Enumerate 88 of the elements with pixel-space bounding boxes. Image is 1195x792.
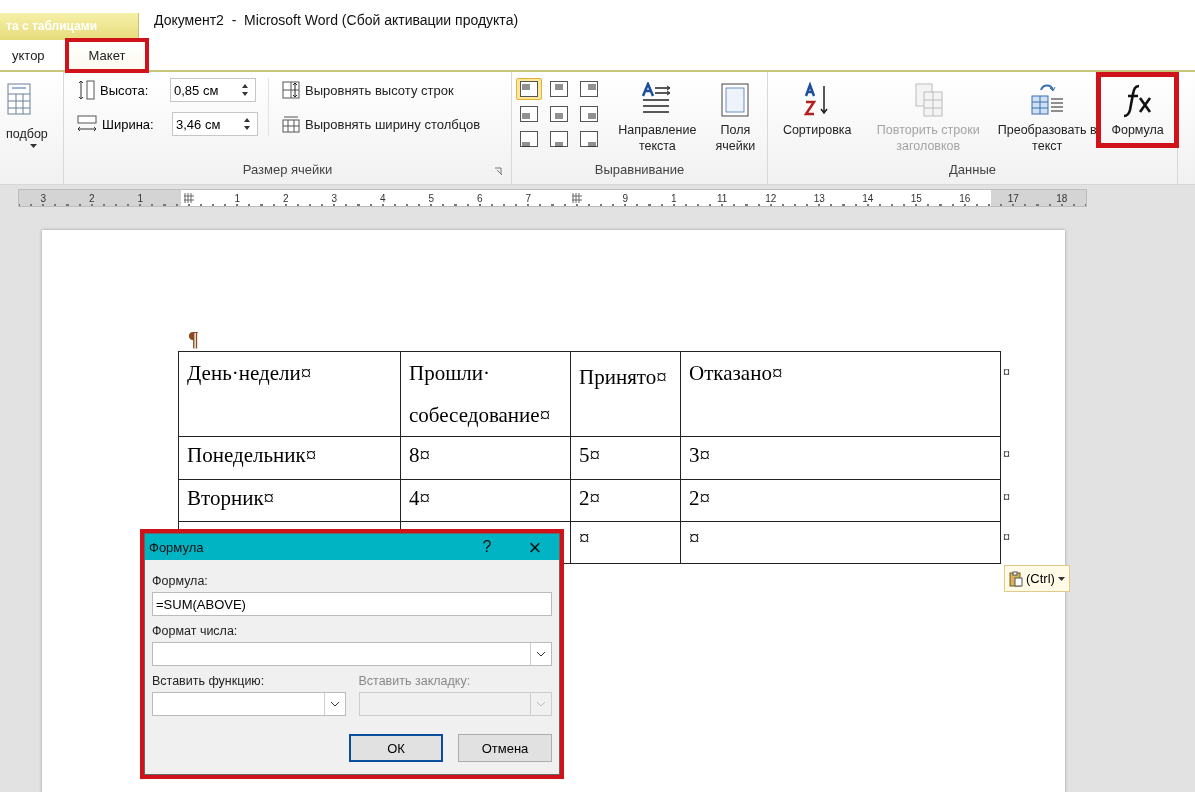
ruler-number: 2 — [281, 192, 290, 204]
ruler-number: 1 — [669, 192, 678, 204]
table-cell-text: 2¤ — [579, 486, 600, 510]
ruler-number: 6 — [475, 192, 484, 204]
paste-options-button[interactable]: (Ctrl) — [1004, 565, 1070, 592]
table-cell-text: Вторник¤ — [187, 486, 275, 510]
table-cell-text: Понедельник¤ — [187, 443, 317, 467]
ruler-number: 17 — [1006, 192, 1020, 204]
ruler-number: 7 — [524, 192, 533, 204]
row-end-mark: ¤ — [1003, 529, 1010, 545]
ribbon-button[interactable]: Преобразовать в текст — [994, 78, 1101, 158]
distribute-button[interactable]: Выровнять ширину столбцов — [281, 114, 481, 134]
field-label: Вставить функцию: — [152, 674, 266, 688]
row-end-mark: ¤ — [1003, 364, 1010, 380]
distribute-button[interactable]: Выровнять высоту строк — [281, 80, 481, 100]
ribbon-button[interactable]: Формула — [1102, 78, 1173, 142]
column-marker-icon[interactable] — [571, 192, 582, 204]
field-label: Ширина: — [102, 116, 155, 132]
dialog-launcher-icon[interactable] — [494, 167, 503, 176]
dialog-button[interactable]: ОК — [349, 734, 443, 762]
group-label: Данные — [949, 162, 996, 177]
ruler-number: 3 — [39, 192, 48, 204]
table-cell-text: 5¤ — [579, 443, 600, 467]
dropdown-caret-icon — [536, 651, 546, 657]
ribbon-button[interactable]: Направление текста — [609, 78, 706, 158]
align-button[interactable] — [516, 78, 542, 100]
ruler-number: 13 — [812, 192, 826, 204]
formula-input[interactable]: =SUM(ABOVE) — [152, 592, 552, 616]
table-cell-text: День·недели¤ — [187, 361, 312, 385]
dropdown-caret-icon — [536, 701, 546, 707]
ribbon-button[interactable]: Поля ячейки — [707, 78, 763, 158]
distribute-columns-icon — [281, 114, 301, 134]
size-field[interactable]: 3,46 см — [172, 112, 258, 136]
ruler-number: 4 — [378, 192, 387, 204]
table-icon — [6, 82, 32, 116]
table-cell-text: Принято¤ — [579, 365, 667, 389]
table-cell-text: ¤ — [579, 526, 590, 550]
table-cell-text: 2¤ — [689, 486, 710, 510]
table-cell-text: Прошли· собеседование¤ — [409, 360, 552, 429]
ruler-number: 3 — [330, 192, 339, 204]
row-end-mark: ¤ — [1003, 446, 1010, 462]
autofit-button[interactable]: подбор — [0, 78, 59, 152]
close-button[interactable]: × — [511, 534, 559, 560]
ribbon-button[interactable]: Сортировка — [772, 78, 863, 142]
ruler-number: 14 — [861, 192, 875, 204]
help-button[interactable]: ? — [463, 534, 511, 560]
dialog-title: Формула — [149, 539, 204, 555]
field-label: Высота: — [100, 82, 150, 98]
column-width-icon — [76, 114, 98, 134]
ruler-number: 2 — [87, 192, 96, 204]
convert-table-icon — [1029, 82, 1066, 118]
ruler-number: 16 — [958, 192, 972, 204]
row-end-mark: ¤ — [1003, 489, 1010, 505]
caret-icon — [1057, 576, 1065, 581]
table-pages-icon — [912, 82, 945, 118]
table-cell-text: Отказано¤ — [689, 361, 783, 385]
cell-margins-icon — [720, 82, 751, 118]
spinner-icon — [243, 116, 251, 132]
ruler-number: 12 — [764, 192, 778, 204]
ruler-number: 1 — [233, 192, 242, 204]
dialog-button[interactable]: Отмена — [458, 734, 552, 762]
field-label: Формат числа: — [152, 624, 239, 638]
ruler-number: 11 — [716, 192, 729, 204]
ruler-number: 18 — [1055, 192, 1069, 204]
ruler-number: 9 — [621, 192, 630, 204]
ruler-number: 5 — [427, 192, 436, 204]
table-cell-text: 4¤ — [409, 486, 430, 510]
table-cell-text: ¤ — [689, 526, 700, 550]
column-marker-icon[interactable] — [183, 192, 194, 204]
row-height-icon — [76, 79, 96, 101]
size-field[interactable]: 0,85 см — [170, 78, 256, 102]
distribute-rows-icon — [281, 80, 301, 100]
group-label: Выравнивание — [594, 162, 685, 177]
paragraph-mark: ¶ — [188, 328, 199, 351]
table-cell-text: 3¤ — [689, 443, 710, 467]
table-cell-text: 8¤ — [409, 443, 430, 467]
ribbon-tab[interactable]: уктор — [2, 43, 55, 67]
clipboard-icon — [1009, 570, 1023, 587]
caret-icon — [30, 144, 37, 148]
ruler-number: 15 — [909, 192, 923, 204]
window-title: Документ2 - Microsoft Word (Сбой активации продукта) — [153, 12, 519, 30]
ruler-number: 1 — [136, 192, 145, 204]
spinner-icon — [241, 82, 249, 98]
context-tab-label: та с таблицами — [0, 13, 139, 40]
group-label: Размер ячейки — [242, 162, 333, 177]
field-label: Вставить закладку: — [358, 674, 472, 688]
field-label: Формула: — [152, 574, 209, 588]
dropdown-caret-icon — [329, 701, 340, 707]
